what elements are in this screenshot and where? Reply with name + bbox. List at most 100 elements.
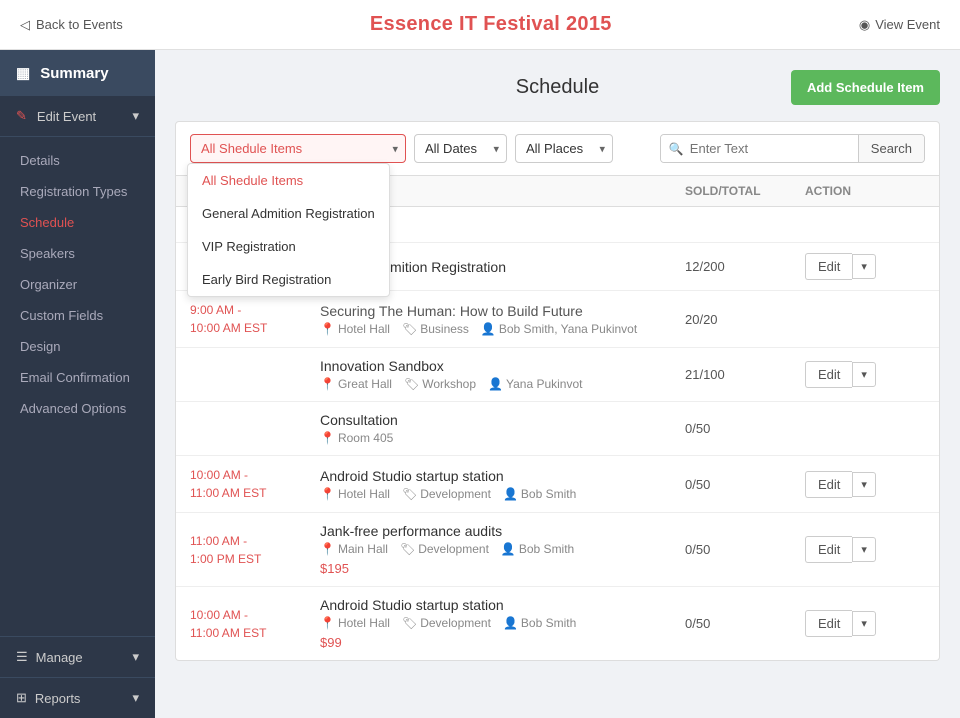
- dates-select[interactable]: All Dates: [414, 134, 507, 163]
- edit-caret-button[interactable]: ▾: [852, 537, 876, 562]
- eye-icon: ◉: [859, 17, 870, 33]
- action-cell: Edit ▾: [805, 471, 925, 498]
- item-meta: 📍 Room 405: [320, 431, 685, 445]
- meta-location: 📍 Hotel Hall: [320, 322, 390, 336]
- summary-label: Summary: [40, 65, 108, 82]
- pencil-icon: ✎: [16, 108, 27, 124]
- sold-cell: 12/200: [685, 259, 805, 274]
- item-title: Consultation: [320, 412, 685, 428]
- edit-button[interactable]: Edit: [805, 471, 852, 498]
- person-icon: 👤: [503, 616, 518, 630]
- item-info: Securing The Human: How to Build Future …: [320, 303, 685, 336]
- person-icon: 👤: [503, 487, 518, 501]
- time-cell: 9:00 AM -10:00 AM EST: [190, 301, 320, 337]
- table-row: Innovation Sandbox 📍 Great Hall 🏷 Worksh…: [176, 348, 939, 402]
- sidebar-item-registration-types[interactable]: Registration Types: [0, 176, 155, 207]
- table-row: 10:00 AM -11:00 AM EST Android Studio st…: [176, 587, 939, 660]
- sidebar-reports[interactable]: ⊞ Reports ▾: [0, 677, 155, 718]
- sold-cell: 0/50: [685, 477, 805, 492]
- event-title: Essence IT Festival 2015: [370, 13, 612, 36]
- back-to-events-link[interactable]: ◁ Back to Events: [20, 17, 123, 33]
- dropdown-item-general[interactable]: General Admition Registration: [188, 197, 389, 230]
- view-event-link[interactable]: ◉ View Event: [859, 17, 940, 33]
- manage-chevron-icon: ▾: [132, 649, 139, 665]
- action-cell: Edit ▾: [805, 253, 925, 280]
- tag-icon: 🏷: [404, 377, 419, 391]
- table-row: Consultation 📍 Room 405 0/50: [176, 402, 939, 456]
- edit-caret-button[interactable]: ▾: [852, 362, 876, 387]
- location-icon: 📍: [320, 431, 335, 445]
- dropdown-item-early-bird[interactable]: Early Bird Registration: [188, 263, 389, 296]
- edit-caret-button[interactable]: ▾: [852, 472, 876, 497]
- tag-icon: 🏷: [402, 616, 417, 630]
- item-title: Android Studio startup station: [320, 468, 685, 484]
- dates-filter[interactable]: All Dates: [414, 134, 507, 163]
- edit-button[interactable]: Edit: [805, 610, 852, 637]
- dropdown-item-all[interactable]: All Shedule Items: [188, 164, 389, 197]
- search-input[interactable]: [690, 141, 850, 156]
- sidebar-item-summary[interactable]: ▦ Summary: [0, 50, 155, 96]
- person-icon: 👤: [501, 542, 516, 556]
- action-cell: Edit ▾: [805, 361, 925, 388]
- reports-label: Reports: [35, 691, 81, 706]
- schedule-items-filter[interactable]: All Shedule Items General Admition Regis…: [190, 134, 406, 163]
- sidebar-manage[interactable]: ☰ Manage ▾: [0, 636, 155, 677]
- meta-category: 🏷 Business: [402, 322, 469, 336]
- search-input-wrap: 🔍: [661, 135, 858, 162]
- item-info: Android Studio startup station 📍 Hotel H…: [320, 597, 685, 650]
- add-schedule-item-button[interactable]: Add Schedule Item: [791, 70, 940, 105]
- places-select[interactable]: All Places: [515, 134, 613, 163]
- meta-location: 📍 Hotel Hall: [320, 616, 390, 630]
- app-container: ◁ Back to Events Essence IT Festival 201…: [0, 0, 960, 718]
- sidebar-item-email-confirmation[interactable]: Email Confirmation: [0, 362, 155, 393]
- tag-icon: 🏷: [400, 542, 415, 556]
- sidebar-item-design[interactable]: Design: [0, 331, 155, 362]
- header-sold: Sold/Total: [685, 184, 805, 198]
- sidebar-item-schedule[interactable]: Schedule: [0, 207, 155, 238]
- edit-caret-button[interactable]: ▾: [852, 254, 876, 279]
- reports-chevron-icon: ▾: [132, 690, 139, 706]
- main-content: Schedule Add Schedule Item All Shedule I…: [155, 50, 960, 718]
- item-info: Consultation 📍 Room 405: [320, 412, 685, 445]
- content-header: Schedule Add Schedule Item: [175, 70, 940, 105]
- table-row: 10:00 AM -11:00 AM EST Android Studio st…: [176, 456, 939, 513]
- sidebar-item-custom-fields[interactable]: Custom Fields: [0, 300, 155, 331]
- item-meta: 📍 Main Hall 🏷 Development 👤 Bob Smith: [320, 542, 685, 556]
- sidebar-item-details[interactable]: Details: [0, 145, 155, 176]
- person-icon: 👤: [481, 322, 496, 336]
- edit-button[interactable]: Edit: [805, 361, 852, 388]
- item-title: Innovation Sandbox: [320, 358, 685, 374]
- location-icon: 📍: [320, 322, 335, 336]
- search-button[interactable]: Search: [858, 135, 924, 162]
- search-icon: 🔍: [669, 142, 684, 156]
- meta-location: 📍 Room 405: [320, 431, 393, 445]
- item-price: $195: [320, 561, 685, 576]
- meta-speaker: 👤 Bob Smith: [503, 616, 576, 630]
- item-info: Jank-free performance audits 📍 Main Hall…: [320, 523, 685, 576]
- chevron-down-icon: ▾: [132, 108, 139, 124]
- meta-category: 🏷 Workshop: [404, 377, 476, 391]
- places-filter[interactable]: All Places: [515, 134, 613, 163]
- item-meta: 📍 Hotel Hall 🏷 Development 👤 Bob Smith: [320, 487, 685, 501]
- edit-caret-button[interactable]: ▾: [852, 611, 876, 636]
- meta-category: 🏷 Development: [402, 487, 491, 501]
- tag-icon: 🏷: [402, 487, 417, 501]
- location-icon: 📍: [320, 542, 335, 556]
- schedule-items-select[interactable]: All Shedule Items General Admition Regis…: [190, 134, 406, 163]
- sidebar-item-organizer[interactable]: Organizer: [0, 269, 155, 300]
- sold-cell: 0/50: [685, 421, 805, 436]
- edit-event-label: Edit Event: [37, 109, 96, 124]
- meta-speaker: 👤 Bob Smith: [501, 542, 574, 556]
- person-icon: 👤: [488, 377, 503, 391]
- meta-category: 🏷 Development: [402, 616, 491, 630]
- item-title: Jank-free performance audits: [320, 523, 685, 539]
- sidebar-edit-event[interactable]: ✎ Edit Event ▾: [0, 96, 155, 137]
- sidebar-item-advanced-options[interactable]: Advanced Options: [0, 393, 155, 424]
- item-info: Innovation Sandbox 📍 Great Hall 🏷 Worksh…: [320, 358, 685, 391]
- sidebar-item-speakers[interactable]: Speakers: [0, 238, 155, 269]
- sold-cell: 21/100: [685, 367, 805, 382]
- edit-button[interactable]: Edit: [805, 536, 852, 563]
- sidebar-nav: Details Registration Types Schedule Spea…: [0, 137, 155, 432]
- edit-button[interactable]: Edit: [805, 253, 852, 280]
- dropdown-item-vip[interactable]: VIP Registration: [188, 230, 389, 263]
